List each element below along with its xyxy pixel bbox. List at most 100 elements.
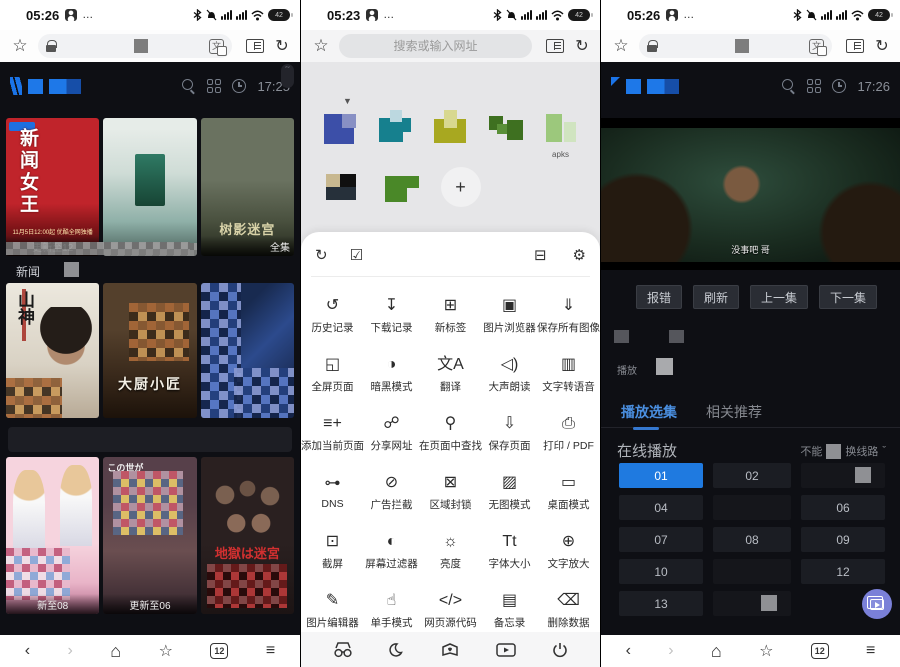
incognito-icon[interactable] xyxy=(333,642,353,658)
reader-mode-icon[interactable] xyxy=(246,39,264,53)
speed-dial-item[interactable] xyxy=(313,170,372,220)
menu-item-history[interactable]: ↺历史记录 xyxy=(301,286,364,345)
tab-episodes[interactable]: 播放选集 xyxy=(621,402,677,422)
tabs-count-button[interactable]: 12 xyxy=(210,643,228,659)
chevron-down-icon[interactable]: ▼ xyxy=(343,96,352,106)
menu-item-add-current-page[interactable]: ≡+添加当前页面 xyxy=(301,404,364,463)
previous-episode-button[interactable]: 上一集 xyxy=(750,285,808,309)
menu-item-dark-mode[interactable]: ◑暗黑模式 xyxy=(364,345,419,404)
episode-button-censored[interactable] xyxy=(713,559,791,584)
episode-button-censored[interactable] xyxy=(713,495,791,520)
reader-mode-icon[interactable] xyxy=(546,39,564,53)
layout-rows-icon[interactable]: ⊟ xyxy=(534,246,547,264)
episode-button[interactable]: 08 xyxy=(713,527,791,552)
poster-news-queen[interactable]: 新闻女王 11月5日12:00起 优酷全网独播 更新至12 xyxy=(6,118,99,256)
bookmarks-star-icon[interactable]: ☆ xyxy=(759,641,773,661)
poster-jdrama-street[interactable]: この世が 更新至06 xyxy=(103,457,196,614)
reader-mode-icon[interactable] xyxy=(846,39,864,53)
menu-item-new-tab[interactable]: ⊞新标签 xyxy=(419,286,482,345)
episode-button[interactable]: 10 xyxy=(619,559,703,584)
episode-button[interactable]: 07 xyxy=(619,527,703,552)
menu-item-region-block[interactable]: ⊠区域封锁 xyxy=(419,463,482,522)
menu-item-screenshot[interactable]: ⊡截屏 xyxy=(301,522,364,581)
menu-item-save-all-images[interactable]: ⇓保存所有图像 xyxy=(537,286,600,345)
episode-button[interactable]: 06 xyxy=(801,495,885,520)
scrollbar-hint[interactable]: ˆˇ xyxy=(281,64,294,88)
home-icon[interactable]: ⌂ xyxy=(110,641,121,662)
menu-item-save-page[interactable]: ⇩保存页面 xyxy=(482,404,537,463)
menu-item-desktop-mode[interactable]: ▭桌面模式 xyxy=(537,463,600,522)
categories-grid-icon[interactable] xyxy=(807,79,821,93)
search-input[interactable] xyxy=(347,38,524,54)
episode-button[interactable]: 02 xyxy=(713,463,791,488)
video-sniffer-icon[interactable] xyxy=(496,642,516,658)
plus-icon[interactable]: + xyxy=(441,167,481,207)
menu-item-screen-filter[interactable]: ◐屏幕过滤器 xyxy=(364,522,419,581)
night-mode-icon[interactable] xyxy=(389,642,405,658)
shield-check-icon[interactable]: ☑ xyxy=(350,246,363,264)
menu-item-image-browser[interactable]: ▣图片浏览器 xyxy=(482,286,537,345)
menu-item-find-in-page[interactable]: ⚲在页面中查找 xyxy=(419,404,482,463)
video-player[interactable]: 没事吧 哥 xyxy=(601,118,900,270)
power-icon[interactable] xyxy=(552,642,568,658)
episode-button[interactable]: 13 xyxy=(619,591,703,616)
tab-recommendations[interactable]: 相关推荐 xyxy=(706,402,762,422)
refresh-icon[interactable]: ↻ xyxy=(272,36,292,56)
episode-button[interactable]: 12 xyxy=(801,559,885,584)
menu-item-share-url[interactable]: ☍分享网址 xyxy=(364,404,419,463)
menu-icon[interactable]: ≡ xyxy=(266,642,275,660)
menu-item-adblock[interactable]: ⊘广告拦截 xyxy=(364,463,419,522)
episode-button[interactable]: 09 xyxy=(801,527,885,552)
bookmark-star-icon[interactable]: ☆ xyxy=(8,36,32,56)
translate-icon[interactable]: 文 xyxy=(809,39,824,54)
search-icon[interactable] xyxy=(182,79,196,93)
address-bar[interactable]: 文 xyxy=(639,34,832,58)
switch-line-control[interactable]: 不能 换线路 ˇ xyxy=(800,443,886,459)
menu-icon[interactable]: ≡ xyxy=(866,642,875,660)
report-error-button[interactable]: 报错 xyxy=(636,285,682,309)
bookmarks-star-icon[interactable]: ☆ xyxy=(159,641,173,661)
episode-button[interactable]: 04 xyxy=(619,495,703,520)
speed-dial-item[interactable]: apks xyxy=(533,110,588,160)
menu-item-fullscreen[interactable]: ◱全屏页面 xyxy=(301,345,364,404)
menu-item-no-image-mode[interactable]: ▨无图模式 xyxy=(482,463,537,522)
translate-icon[interactable]: 文 xyxy=(209,39,224,54)
bookmark-heart-icon[interactable] xyxy=(441,642,459,658)
history-clock-icon[interactable] xyxy=(832,79,846,93)
poster-shadow-maze[interactable]: 树影迷宫 全集 xyxy=(201,118,294,256)
speed-dial-item[interactable] xyxy=(478,110,533,160)
address-bar[interactable]: 文 xyxy=(38,34,232,58)
refresh-button[interactable]: 刷新 xyxy=(693,285,739,309)
poster-chef[interactable]: 大厨小匠 xyxy=(103,283,196,418)
episode-button-censored[interactable] xyxy=(713,591,791,616)
poster-fantasy[interactable] xyxy=(201,283,294,418)
forward-icon[interactable]: › xyxy=(68,642,73,660)
menu-item-print-pdf[interactable]: ⎙打印 / PDF xyxy=(537,404,600,463)
site-logo[interactable] xyxy=(10,77,81,95)
menu-item-dns[interactable]: ⊶DNS xyxy=(301,463,364,522)
poster-jdrama-hell[interactable]: 地獄は迷宮 xyxy=(201,457,294,614)
refresh-icon[interactable]: ↻ xyxy=(872,36,892,56)
search-bar[interactable] xyxy=(339,34,532,58)
back-icon[interactable]: ‹ xyxy=(25,642,30,660)
bookmark-star-icon[interactable]: ☆ xyxy=(609,36,633,56)
speed-dial-item[interactable] xyxy=(368,110,423,160)
add-speed-dial-button[interactable]: + xyxy=(431,170,490,220)
next-episode-button[interactable]: 下一集 xyxy=(819,285,877,309)
floating-video-button[interactable] xyxy=(862,589,892,619)
site-logo[interactable] xyxy=(611,77,679,96)
bookmark-star-icon[interactable]: ☆ xyxy=(309,36,333,56)
history-clock-icon[interactable] xyxy=(232,79,246,93)
menu-item-translate[interactable]: 文A翻译 xyxy=(419,345,482,404)
settings-gear-icon[interactable]: ⚙ xyxy=(573,246,586,264)
menu-item-downloads[interactable]: ↧下载记录 xyxy=(364,286,419,345)
search-icon[interactable] xyxy=(782,79,796,93)
menu-item-read-aloud[interactable]: ◁)大声朗读 xyxy=(482,345,537,404)
menu-item-text-zoom[interactable]: ⊕文字放大 xyxy=(537,522,600,581)
poster-drama-2[interactable] xyxy=(103,118,196,256)
categories-grid-icon[interactable] xyxy=(207,79,221,93)
tabs-count-button[interactable]: 12 xyxy=(811,643,829,659)
poster-mountain-god[interactable]: 山神 xyxy=(6,283,99,418)
refresh-icon[interactable]: ↻ xyxy=(572,36,592,56)
episode-button[interactable]: 01 xyxy=(619,463,703,488)
